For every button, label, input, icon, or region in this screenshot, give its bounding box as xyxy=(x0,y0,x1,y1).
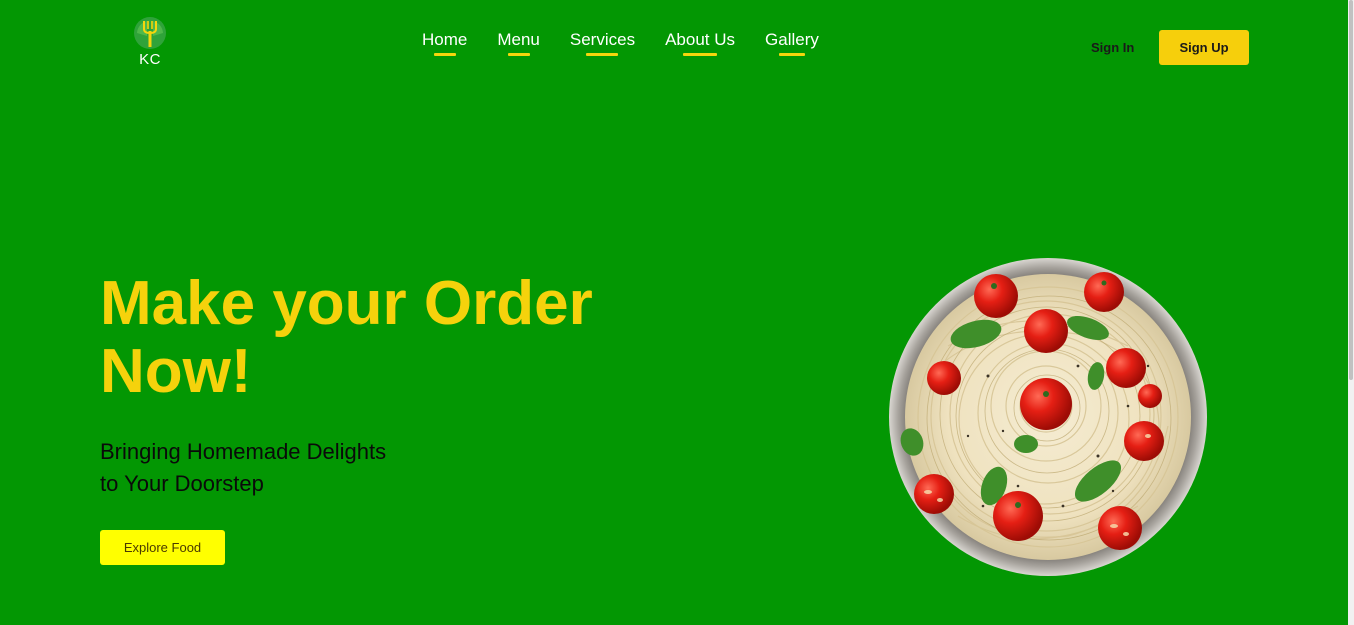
logo-text: KC xyxy=(139,51,161,68)
fork-tree-logo-icon xyxy=(134,17,166,49)
vertical-scrollbar[interactable] xyxy=(1348,0,1354,625)
hero-subtitle: Bringing Homemade Delights to Your Doors… xyxy=(100,436,440,500)
nav-underline xyxy=(683,53,718,56)
hero-title: Make your Order Now! xyxy=(100,269,593,406)
scrollbar-thumb[interactable] xyxy=(1349,0,1353,380)
nav-gallery[interactable]: Gallery xyxy=(765,30,819,56)
nav-menu-label: Menu xyxy=(497,30,540,49)
nav-underline xyxy=(507,53,530,56)
logo[interactable]: KC xyxy=(133,16,167,68)
nav-gallery-label: Gallery xyxy=(765,30,819,49)
explore-food-button[interactable]: Explore Food xyxy=(100,530,225,565)
nav-menu[interactable]: Menu xyxy=(497,30,540,56)
nav-underline xyxy=(433,53,456,56)
nav-services[interactable]: Services xyxy=(570,30,635,56)
sign-up-button[interactable]: Sign Up xyxy=(1159,30,1249,65)
nav-home-label: Home xyxy=(422,30,468,49)
nav-services-label: Services xyxy=(569,30,636,49)
nav-about-us-label: About Us xyxy=(665,30,736,49)
hero-subtitle-line2: to Your Doorstep xyxy=(100,471,264,496)
nav-underline xyxy=(586,53,619,56)
sign-in-link[interactable]: Sign In xyxy=(1091,40,1134,55)
nav-about-us[interactable]: About Us xyxy=(665,30,735,56)
main-nav: Home Menu Services About Us Gallery xyxy=(422,30,819,56)
nav-underline xyxy=(778,53,805,56)
nav-home[interactable]: Home xyxy=(422,30,467,56)
hero-subtitle-line1: Bringing Homemade Delights xyxy=(100,439,387,464)
spaghetti-bowl-image xyxy=(889,258,1207,576)
landing-page: KC Home Menu Services About Us Gallery S… xyxy=(0,0,1354,625)
